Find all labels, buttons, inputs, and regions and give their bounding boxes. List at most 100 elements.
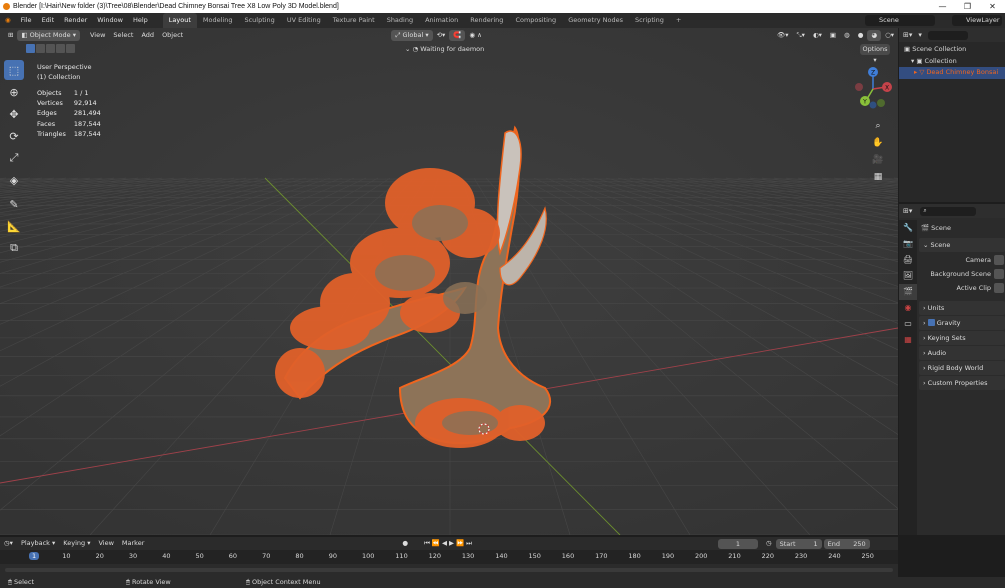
tab-texture-paint[interactable]: Texture Paint: [327, 13, 381, 28]
options-button[interactable]: Options ▾: [860, 44, 890, 64]
menu-window[interactable]: Window: [92, 13, 128, 28]
blender-menu-icon[interactable]: ◉: [0, 13, 16, 28]
select-intersect-icon[interactable]: [66, 44, 75, 53]
start-frame-field[interactable]: Start 1: [775, 538, 822, 549]
editor-type-icon[interactable]: ◷▾: [0, 538, 17, 549]
panel-custom-properties[interactable]: › Custom Properties: [919, 376, 1005, 390]
timeline-track-area[interactable]: [0, 564, 898, 577]
maximize-button[interactable]: ❐: [955, 0, 980, 13]
panel-audio[interactable]: › Audio: [919, 346, 1005, 360]
add-workspace-button[interactable]: +: [670, 13, 687, 28]
tab-sculpting[interactable]: Sculpting: [238, 13, 280, 28]
tab-shading[interactable]: Shading: [381, 13, 419, 28]
tab-uv-editing[interactable]: UV Editing: [281, 13, 327, 28]
record-icon[interactable]: ●: [398, 538, 412, 549]
editor-type-icon[interactable]: ⊞▾: [903, 207, 912, 215]
tab-layout[interactable]: Layout: [162, 13, 197, 28]
end-frame-field[interactable]: End 250: [823, 538, 870, 549]
close-button[interactable]: ✕: [980, 0, 1005, 13]
timeline-scrollbar[interactable]: [5, 568, 893, 572]
select-new-icon[interactable]: [26, 44, 35, 53]
tab-rendering[interactable]: Rendering: [464, 13, 509, 28]
select-subtract-icon[interactable]: [46, 44, 55, 53]
view-layer-tab-icon[interactable]: 🖼: [899, 268, 917, 284]
menu-render[interactable]: Render: [59, 13, 92, 28]
menu-marker[interactable]: Marker: [118, 538, 148, 549]
menu-add[interactable]: Add: [137, 30, 158, 41]
texture-tab-icon[interactable]: ▦: [899, 332, 917, 348]
scene-selector[interactable]: Scene: [865, 15, 935, 26]
viewport-canvas[interactable]: [0, 28, 898, 535]
tool-tab-icon[interactable]: 🔧: [899, 220, 917, 236]
world-tab-icon[interactable]: ◉: [899, 300, 917, 316]
shading-wireframe-icon[interactable]: ◍: [840, 30, 854, 41]
time-icon[interactable]: ◷: [762, 538, 776, 549]
panel-gravity[interactable]: › Gravity: [919, 316, 1005, 330]
rotate-icon[interactable]: ⟳: [4, 126, 24, 146]
panel-keying-sets[interactable]: › Keying Sets: [919, 331, 1005, 345]
editor-type-icon[interactable]: ⊞: [4, 30, 17, 41]
properties-search-input[interactable]: ⌕: [920, 206, 977, 216]
current-frame-field[interactable]: 1: [717, 538, 758, 549]
overlay-toggle-icon[interactable]: ◐▾: [809, 30, 826, 41]
xray-toggle-icon[interactable]: ▣: [826, 30, 840, 41]
menu-playback[interactable]: Playback ▾: [17, 538, 59, 549]
menu-file[interactable]: File: [16, 13, 37, 28]
shading-solid-icon[interactable]: ●: [854, 30, 868, 41]
select-extend-icon[interactable]: [36, 44, 45, 53]
menu-help[interactable]: Help: [128, 13, 153, 28]
background-scene-field[interactable]: Background Scene: [919, 267, 1004, 281]
tab-compositing[interactable]: Compositing: [509, 13, 562, 28]
playback-controls[interactable]: ⏮⏪◀▶⏩⏭: [420, 538, 478, 549]
gravity-checkbox[interactable]: [927, 319, 935, 326]
outliner-item-tree-object[interactable]: ▸ ▽ Dead Chimney Bonsai: [899, 67, 1005, 79]
active-clip-field[interactable]: Active Clip: [919, 281, 1004, 295]
outliner-item-collection[interactable]: ▾ ▣ Collection: [904, 56, 1005, 68]
scene-tab-icon[interactable]: 🎬: [899, 284, 917, 300]
camera-field[interactable]: Camera: [919, 253, 1004, 267]
mode-selector[interactable]: ◧ Object Mode ▾: [17, 30, 80, 41]
outliner-search-input[interactable]: [927, 30, 968, 40]
tab-modeling[interactable]: Modeling: [197, 13, 239, 28]
panel-scene[interactable]: ⌄ Scene: [919, 238, 1005, 252]
move-icon[interactable]: ✥: [4, 104, 24, 124]
menu-view[interactable]: View: [94, 538, 117, 549]
transform-orientation-selector[interactable]: ⤢ Global ▾: [391, 30, 433, 41]
collection-tab-icon[interactable]: ▭: [899, 316, 917, 332]
view-layer-selector[interactable]: ViewLayer: [952, 15, 1002, 26]
output-tab-icon[interactable]: 🖨: [899, 252, 917, 268]
pivot-icon[interactable]: ⟲▾: [433, 30, 450, 41]
gizmo-toggle-icon[interactable]: ⤡▾: [792, 30, 808, 41]
annotate-icon[interactable]: ✎: [4, 194, 24, 214]
shading-rendered-icon[interactable]: ○▾: [881, 30, 898, 41]
panel-rigid-body-world[interactable]: › Rigid Body World: [919, 361, 1005, 375]
visibility-icon[interactable]: 👁▾: [773, 30, 793, 41]
menu-view[interactable]: View: [86, 30, 109, 41]
navigation-gizmo[interactable]: Z X Y ⌕ ✋ 🎥 ▦: [853, 65, 893, 185]
panel-units[interactable]: › Units: [919, 301, 1005, 315]
outliner-item-scene-collection[interactable]: ▣ Scene Collection: [904, 44, 1005, 56]
frame-ruler[interactable]: 1 10 20 30 40 50 60 70 80 90 100 110 120 130 140 150 160…: [0, 550, 898, 564]
add-cube-icon[interactable]: ⧉: [4, 238, 24, 258]
render-tab-icon[interactable]: 📷: [899, 236, 917, 252]
menu-edit[interactable]: Edit: [37, 13, 60, 28]
menu-object[interactable]: Object: [158, 30, 187, 41]
scale-icon[interactable]: ⤢: [4, 148, 24, 168]
measure-icon[interactable]: 📐: [4, 216, 24, 236]
snap-icon[interactable]: 🧲: [449, 30, 466, 41]
shading-material-icon[interactable]: ◕: [867, 30, 882, 41]
3d-viewport[interactable]: ⊞ ◧ Object Mode ▾ View Select Add Object…: [0, 28, 898, 535]
tab-animation[interactable]: Animation: [419, 13, 464, 28]
menu-select[interactable]: Select: [109, 30, 137, 41]
tab-geometry-nodes[interactable]: Geometry Nodes: [562, 13, 629, 28]
select-invert-icon[interactable]: [56, 44, 65, 53]
filter-icon[interactable]: ▾: [918, 31, 922, 39]
select-box-icon[interactable]: ⬚: [4, 60, 24, 80]
proportional-edit-icon[interactable]: ◉ ∧: [465, 30, 486, 41]
tab-scripting[interactable]: Scripting: [629, 13, 670, 28]
editor-type-icon[interactable]: ⊞▾: [903, 31, 912, 39]
transform-icon[interactable]: ◈: [4, 170, 24, 190]
minimize-button[interactable]: —: [930, 0, 955, 13]
cursor-icon[interactable]: ⊕: [4, 82, 24, 102]
menu-keying[interactable]: Keying ▾: [59, 538, 94, 549]
